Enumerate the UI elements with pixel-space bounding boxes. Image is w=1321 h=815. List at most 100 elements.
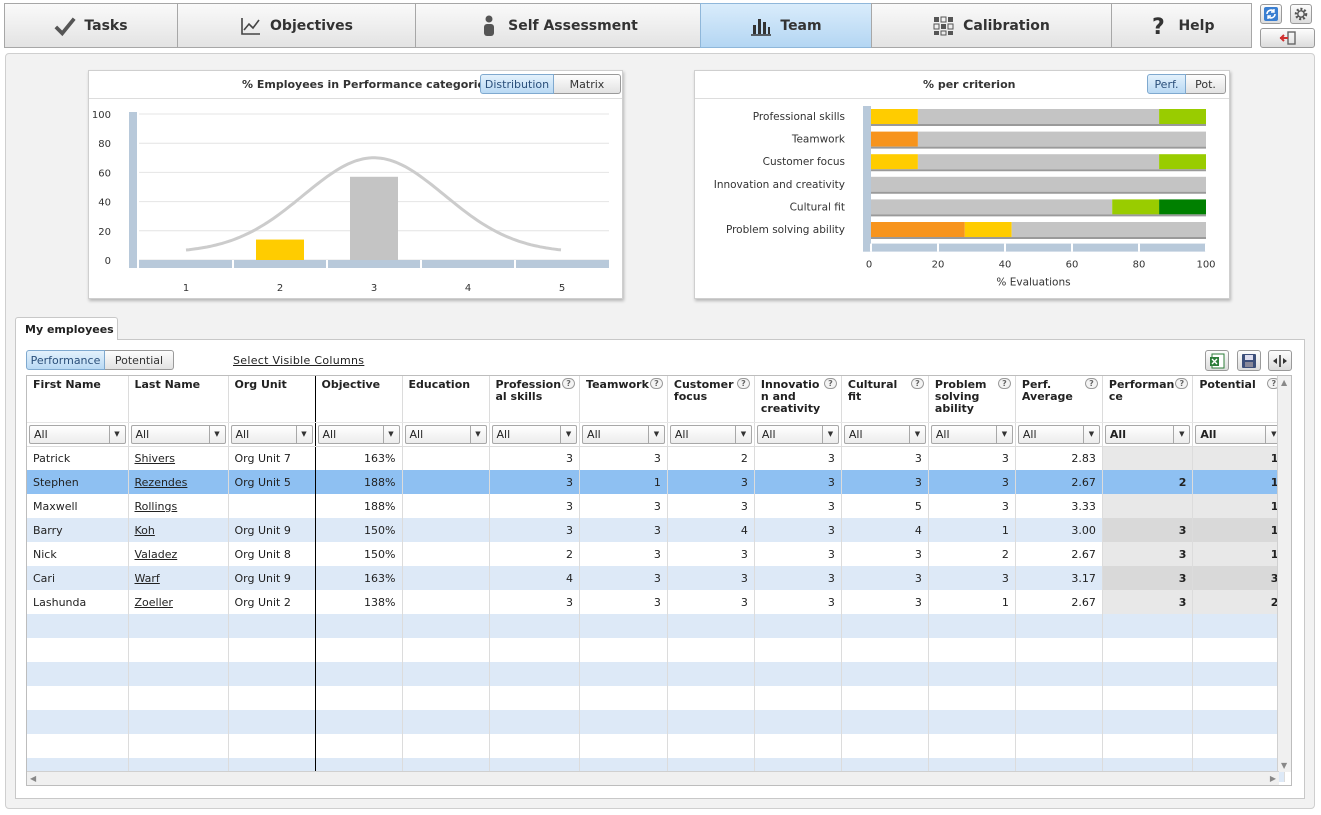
x-tick-label: 60 [1066,260,1079,271]
table-cell: 3 [579,518,668,542]
table-cell: 3 [928,494,1016,518]
table-cell: 3.33 [1015,494,1103,518]
help-icon[interactable]: ? [736,378,750,389]
empty-row [27,734,1286,758]
help-icon[interactable]: ? [910,378,924,389]
help-icon[interactable]: ? [823,378,837,389]
distribution-tab[interactable]: Distribution [480,74,554,94]
column-filter-select[interactable]: All ▼ [230,424,313,444]
x-tick-label: 80 [1133,260,1146,271]
help-icon[interactable]: ? [1175,378,1189,389]
nav-tab-help[interactable]: ? Help [1111,3,1252,48]
column-filter-select[interactable]: All ▼ [29,424,126,444]
table-cell [754,662,842,686]
x-tick-label: 3 [371,283,377,294]
column-header[interactable]: Perf. Average? [1015,376,1103,423]
help-icon[interactable]: ? [997,378,1011,389]
employee-last-name-link[interactable]: Rollings [135,500,178,513]
column-header[interactable]: Performan ce? [1102,376,1194,423]
resize-columns-button[interactable] [1268,350,1292,371]
column-header[interactable]: Objective [315,376,403,423]
column-header[interactable]: Potential? [1192,376,1286,423]
column-header[interactable]: Education [402,376,490,423]
employee-last-name-link[interactable]: Rezendes [135,476,188,489]
potential-view-tab[interactable]: Potential [105,350,174,370]
scroll-right-icon[interactable]: ▶ [1270,774,1276,783]
filter-cell: All ▼ [128,422,229,447]
perf-tab[interactable]: Perf. [1147,74,1186,94]
column-filter-select[interactable]: All ▼ [1104,424,1191,444]
nav-tab-self-assessment[interactable]: Self Assessment [415,3,700,48]
filter-value: All [1109,427,1126,441]
export-excel-button[interactable] [1205,350,1229,371]
column-filter-select[interactable]: All ▼ [1195,424,1283,444]
table-row[interactable]: Stephen Rezendes Org Unit 5 188% 3 1 3 3 3 3 2.67 2… [27,470,1286,494]
column-filter-select[interactable]: All ▼ [491,424,578,444]
column-filter-select[interactable]: All ▼ [130,424,226,444]
employee-last-name-link[interactable]: Shivers [135,452,176,465]
table-row[interactable]: Maxwell Rollings 188% 3 3 3 3 5 3 3.33 1 [27,494,1286,518]
performance-view-tab[interactable]: Performance [26,350,105,370]
table-cell [1192,686,1286,710]
scroll-down-icon[interactable]: ▼ [1281,761,1287,770]
empty-row [27,638,1286,662]
column-filter-select[interactable]: All ▼ [843,424,926,444]
x-tick-label: 40 [999,260,1012,271]
column-filter-select[interactable]: All ▼ [582,424,665,444]
column-filter-select[interactable]: All ▼ [1017,424,1100,444]
column-filter-select[interactable]: All ▼ [404,424,487,444]
employee-last-name-link[interactable]: Warf [135,572,160,585]
column-header[interactable]: Innovatio n and creativity? [754,376,842,423]
save-layout-button[interactable] [1237,350,1261,371]
column-filter-select[interactable]: All ▼ [317,424,400,444]
scroll-up-icon[interactable]: ▲ [1281,378,1287,387]
matrix-tab[interactable]: Matrix [554,74,621,94]
chevron-down-icon: ▼ [382,425,399,443]
help-icon[interactable]: ? [562,378,576,389]
column-header[interactable]: Teamwork? [579,376,668,423]
column-header[interactable]: Cultural fit? [841,376,929,423]
select-visible-columns-link[interactable]: Select Visible Columns [233,354,364,367]
table-cell: 1 [928,590,1016,614]
nav-tab-calibration[interactable]: Calibration [871,3,1111,48]
help-icon[interactable]: ? [1084,378,1098,389]
table-cell [1192,638,1286,662]
employee-last-name-link[interactable]: Zoeller [135,596,173,609]
column-filter-select[interactable]: All ▼ [930,424,1013,444]
table-cell: Warf [128,566,229,590]
table-cell [928,638,1016,662]
table-row[interactable]: Cari Warf Org Unit 9 163% 4 3 3 3 3 3 3.17 3 3 [27,566,1286,590]
refresh-button[interactable] [1260,4,1282,24]
table-row[interactable]: Lashunda Zoeller Org Unit 2 138% 3 3 3 3 3 1 2.67 3… [27,590,1286,614]
scroll-left-icon[interactable]: ◀ [30,774,36,783]
column-filter-select[interactable]: All ▼ [669,424,752,444]
settings-button[interactable] [1290,4,1312,24]
stacked-segment [917,131,1206,147]
help-icon[interactable]: ? [649,378,663,389]
vertical-scrollbar[interactable]: ▲ ▼ [1277,376,1291,772]
table-row[interactable]: Barry Koh Org Unit 9 150% 3 3 4 3 4 1 3.00 3 1 [27,518,1286,542]
column-filter-select[interactable]: All ▼ [756,424,839,444]
column-header[interactable]: Org Unit [228,376,316,423]
table-cell [27,710,129,734]
table-cell: 3 [489,590,581,614]
column-header[interactable]: Problem solving ability? [928,376,1016,423]
table-cell [667,686,755,710]
table-cell [402,590,490,614]
nav-tab-objectives[interactable]: Objectives [177,3,415,48]
pot-tab[interactable]: Pot. [1186,74,1226,94]
nav-tab-tasks[interactable]: Tasks [4,3,177,48]
column-header[interactable]: Last Name [128,376,229,423]
column-header[interactable]: Profession al skills? [489,376,581,423]
employee-last-name-link[interactable]: Koh [135,524,155,537]
horizontal-scrollbar[interactable]: ◀ ▶ [27,771,1279,785]
nav-tab-team[interactable]: Team [700,3,871,48]
column-header[interactable]: First Name [27,376,129,423]
distribution-chart-title: % Employees in Performance categories [242,78,492,91]
table-row[interactable]: Nick Valadez Org Unit 8 150% 2 3 3 3 3 2 2.67 3 1 [27,542,1286,566]
tab-my-employees[interactable]: My employees [15,317,118,340]
employee-last-name-link[interactable]: Valadez [135,548,178,561]
logout-button[interactable] [1260,28,1315,48]
column-header[interactable]: Customer focus? [667,376,755,423]
table-row[interactable]: Patrick Shivers Org Unit 7 163% 3 3 2 3 3 3 2.83 1 [27,446,1286,470]
